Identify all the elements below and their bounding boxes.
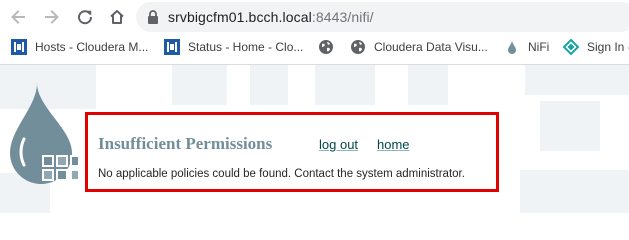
bookmark-globe[interactable] (318, 34, 342, 60)
reload-button[interactable] (73, 5, 97, 29)
cloudera-manager-icon (11, 39, 27, 55)
bookmark-sign-in[interactable]: Sign In - (563, 34, 629, 60)
back-button[interactable] (6, 5, 30, 29)
permissions-message-box: Insufficient Permissions log out home No… (85, 112, 499, 192)
arrow-left-icon (11, 10, 25, 24)
nifi-drop-icon (508, 40, 516, 54)
home-icon (110, 10, 124, 24)
reload-icon (78, 10, 93, 25)
sign-in-icon (563, 39, 579, 55)
background-tile (540, 101, 600, 151)
globe-icon (319, 40, 333, 54)
cloudera-manager-icon (164, 39, 180, 55)
bookmark-label: NiFi (528, 40, 550, 54)
message-title: Insufficient Permissions (98, 134, 273, 153)
background-tile (250, 65, 288, 105)
browser-toolbar: srvbigcfm01.bcch.local:8443/nifi/ (0, 0, 629, 34)
home-button[interactable] (105, 5, 129, 29)
bookmark-cloudera-data-viz[interactable]: Cloudera Data Visu... (350, 34, 488, 60)
url-text: srvbigcfm01.bcch.local:8443/nifi/ (168, 9, 374, 25)
bookmark-label: Cloudera Data Visu... (374, 40, 488, 54)
background-tile (525, 65, 629, 95)
bookmark-label: Hosts - Cloudera M... (35, 40, 149, 54)
nifi-logo-icon (10, 83, 80, 184)
logout-link[interactable]: log out (319, 137, 358, 152)
bookmarks-bar: Hosts - Cloudera M... Status - Home - Cl… (0, 34, 629, 60)
bookmark-label: Status - Home - Clo... (188, 40, 304, 54)
globe-icon (351, 40, 365, 54)
bookmark-hosts-cloudera[interactable]: Hosts - Cloudera M... (11, 34, 148, 60)
url-path: :8443/nifi/ (311, 9, 374, 25)
background-tile (408, 65, 448, 105)
bookmark-label: Sign In - (587, 40, 629, 54)
lock-icon (148, 10, 158, 24)
arrow-right-icon (45, 10, 59, 24)
url-host: srvbigcfm01.bcch.local (168, 9, 312, 25)
address-bar[interactable]: srvbigcfm01.bcch.local:8443/nifi/ (136, 2, 629, 32)
background-tile (172, 65, 227, 105)
background-tile (520, 170, 629, 213)
background-tile (315, 65, 375, 105)
forward-button[interactable] (40, 5, 64, 29)
home-link[interactable]: home (377, 137, 410, 152)
bookmark-status-home[interactable]: Status - Home - Clo... (164, 34, 303, 60)
nifi-page: Insufficient Permissions log out home No… (0, 65, 629, 213)
bookmark-nifi[interactable]: NiFi (504, 34, 549, 60)
message-body: No applicable policies could be found. C… (98, 168, 465, 180)
